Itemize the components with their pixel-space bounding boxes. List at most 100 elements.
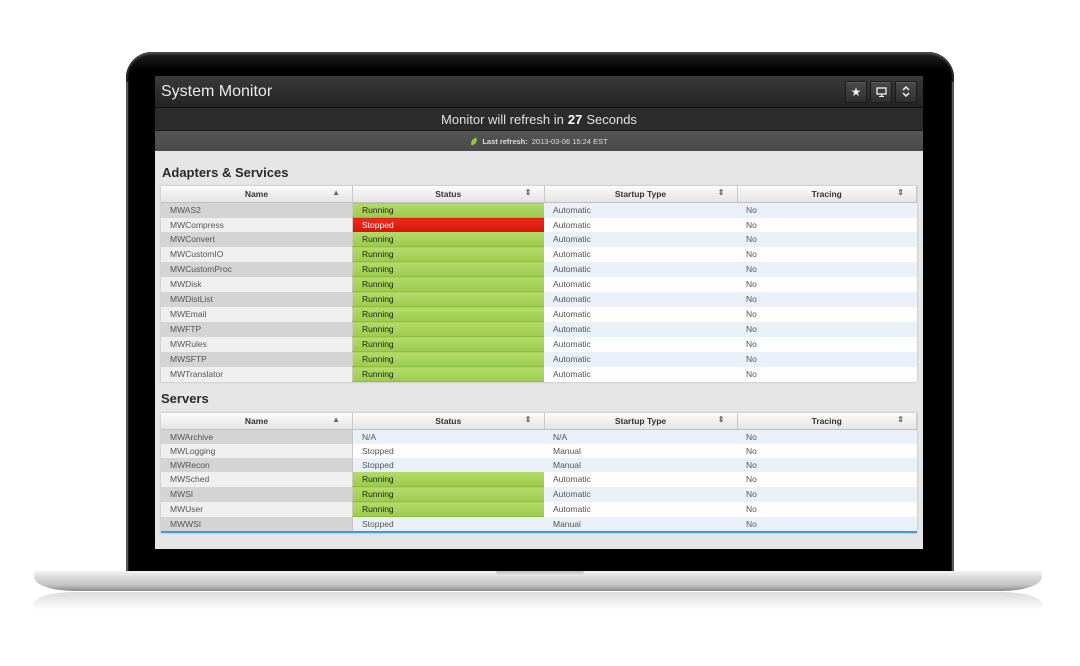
status-cell: Running [352,261,544,277]
status-cell: Running [352,276,544,292]
sort-toggle-icon[interactable]: ⇕ [897,415,904,424]
service-name: MWWSI [161,516,353,532]
table-row[interactable]: MWUser Running Automatic No [161,501,917,517]
service-name: MWLogging [161,444,353,458]
refresh-countdown: Monitor will refresh in 27 Seconds [155,108,923,131]
status-cell: Stopped [352,217,544,232]
servers-section-title: Servers [161,391,209,406]
tracing: No [737,444,917,458]
tracing: No [737,516,917,532]
table-row[interactable]: MWTranslator Running Automatic No [161,366,917,382]
table-row[interactable]: MWLogging Stopped Manual No [161,444,917,458]
leaf-icon [469,136,480,146]
status-cell: Running [352,306,544,322]
sort-toggle-icon[interactable]: ⇕ [525,415,532,424]
column-label: Name [244,189,269,199]
display-button[interactable] [870,80,892,103]
favorite-button[interactable]: ★ [845,80,867,103]
tracing: No [737,486,917,502]
table-row[interactable]: MWFTP Running Automatic No [161,321,917,337]
table-row[interactable]: MWCustomProc Running Automatic No [161,261,917,277]
column-header-name[interactable]: Name ▲ [161,413,353,430]
service-name: MWUser [161,501,353,517]
service-name: MWFTP [161,321,353,337]
column-header-tracing[interactable]: Tracing ⇕ [737,413,917,430]
refresh-suffix: Seconds [586,111,637,127]
startup-type: Automatic [544,486,737,502]
sort-ascending-icon[interactable]: ▲ [332,188,340,197]
service-name: MWDistList [161,291,353,307]
column-header-status[interactable]: Status ⇕ [352,186,545,203]
table-row[interactable]: MWCustomIO Running Automatic No [161,246,917,262]
table-row[interactable]: MWSched Running Automatic No [161,472,917,487]
service-name: MWArchive [161,429,353,444]
service-name: MWSI [161,486,353,502]
sort-toggle-icon[interactable]: ⇕ [718,415,725,424]
column-label: Tracing [811,416,842,426]
startup-type: Automatic [544,232,737,247]
startup-type: Automatic [544,472,737,487]
startup-type: Automatic [544,351,737,367]
status-cell: Running [352,202,544,218]
table-row[interactable]: MWSFTP Running Automatic No [161,351,917,367]
startup-type: Automatic [544,276,737,292]
column-header-startup-type[interactable]: Startup Type ⇕ [544,186,738,203]
column-header-status[interactable]: Status ⇕ [352,413,545,430]
column-label: Startup Type [614,416,667,426]
status-cell: Running [352,321,544,337]
service-name: MWRecon [161,458,353,472]
status-cell: Stopped [352,458,544,472]
sort-ascending-icon[interactable]: ▲ [332,415,340,424]
monitor-icon [875,86,887,97]
refresh-seconds: 27 [567,111,583,127]
service-name: MWSFTP [161,351,353,367]
sort-toggle-icon[interactable]: ⇕ [718,188,725,197]
column-label: Status [435,189,462,199]
tracing: No [737,261,917,277]
table-row[interactable]: MWEmail Running Automatic No [161,306,917,322]
tracing: No [737,246,917,262]
star-icon: ★ [850,84,862,99]
servers-header-row: Name ▲ Status ⇕ Startup Type ⇕ Tracing ⇕ [161,413,917,430]
sort-toggle-icon[interactable]: ⇕ [897,188,904,197]
table-row[interactable]: MWRules Running Automatic No [161,336,917,352]
startup-type: N/A [544,429,737,444]
column-header-name[interactable]: Name ▲ [161,186,353,203]
table-row[interactable]: MWAS2 Running Automatic No [161,202,917,218]
tracing: No [737,351,917,367]
service-name: MWSched [161,472,353,487]
status-cell: Running [352,351,544,367]
table-row[interactable]: MWConvert Running Automatic No [161,232,917,247]
status-cell: Running [352,291,544,307]
tracing: No [737,458,917,472]
laptop-reflection [34,592,1042,610]
startup-type: Automatic [544,246,737,262]
laptop-screen: System Monitor ★ Monitor will refresh in… [155,76,923,549]
tracing: No [737,306,917,322]
service-name: MWRules [161,336,353,352]
startup-type: Automatic [544,261,737,277]
table-row[interactable]: MWDistList Running Automatic No [161,291,917,307]
table-row[interactable]: MWCompress Stopped Automatic No [161,217,917,232]
last-refresh-label: Last refresh: [482,136,528,146]
status-cell: Running [352,232,544,247]
tracing: No [737,501,917,517]
column-label: Tracing [811,189,842,199]
sort-toggle-icon[interactable]: ⇕ [525,188,532,197]
table-row[interactable]: MWSI Running Automatic No [161,486,917,502]
adapters-header-row: Name ▲ Status ⇕ Startup Type ⇕ Tracing ⇕ [161,186,917,203]
expand-button[interactable] [895,80,917,103]
tracing: No [737,202,917,218]
toolbar-buttons: ★ [845,80,917,103]
last-refresh-value: 2013-03-06 15:24 EST [531,136,608,146]
table-row[interactable]: MWDisk Running Automatic No [161,276,917,292]
tracing: No [737,366,917,382]
table-row[interactable]: MWArchive N/A N/A No [161,429,917,444]
column-header-tracing[interactable]: Tracing ⇕ [737,186,917,203]
table-row[interactable]: MWRecon Stopped Manual No [161,458,917,472]
column-header-startup-type[interactable]: Startup Type ⇕ [544,413,738,430]
startup-type: Automatic [544,501,737,517]
refresh-prefix: Monitor will refresh in [441,111,564,127]
table-row[interactable]: MWWSI Stopped Manual No [161,516,917,532]
status-cell: Running [352,366,544,382]
